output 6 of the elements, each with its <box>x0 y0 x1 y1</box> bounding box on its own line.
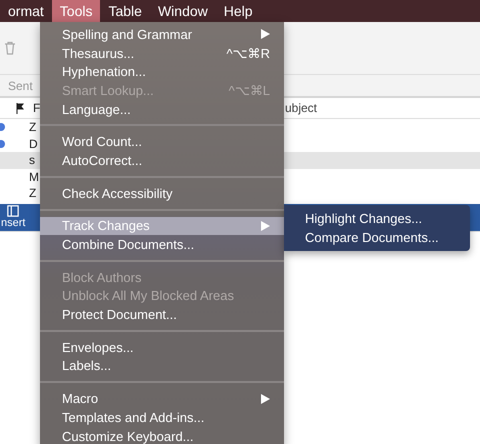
sender-text: D <box>29 136 38 151</box>
sender-text: s <box>29 153 35 168</box>
shortcut-text: ^⌥⌘L <box>228 82 270 98</box>
shortcut-text: ^⌥⌘R <box>226 46 270 61</box>
sender-text: Z <box>29 120 36 134</box>
sender-text: M <box>29 170 39 184</box>
